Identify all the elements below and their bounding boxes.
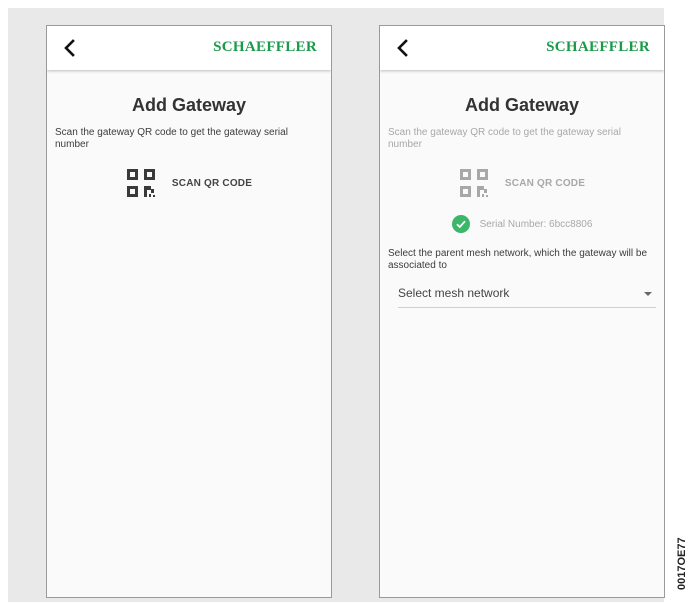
scan-qr-button[interactable]: SCAN QR CODE — [47, 168, 331, 198]
scan-qr-label: SCAN QR CODE — [504, 177, 586, 189]
dropdown-caret-icon — [644, 292, 652, 296]
scan-instruction: Scan the gateway QR code to get the gate… — [55, 127, 288, 150]
app-bar: SCHAEFFLER — [47, 26, 331, 70]
page-title: Add Gateway — [131, 95, 247, 115]
mesh-instruction: Select the parent mesh network, which th… — [388, 248, 648, 271]
qr-code-icon — [126, 169, 155, 197]
serial-number: Serial Number: 6bcc8806 — [479, 218, 593, 230]
qr-code-icon — [459, 169, 488, 197]
figure-frame: SCHAEFFLER Add Gateway Scan the gateway … — [8, 8, 665, 602]
mesh-network-placeholder: Select mesh network — [398, 286, 510, 300]
brand-logo: SCHAEFFLER — [213, 39, 317, 55]
back-arrow-icon — [397, 39, 408, 57]
brand-logo: SCHAEFFLER — [546, 39, 650, 55]
mesh-network-select[interactable]: Select mesh network — [398, 283, 656, 308]
screen-select-mesh: SCHAEFFLER Add Gateway Scan the gateway … — [379, 25, 665, 598]
back-arrow-icon — [64, 39, 75, 57]
page-title: Add Gateway — [464, 95, 580, 115]
scan-instruction: Scan the gateway QR code to get the gate… — [388, 127, 621, 150]
app-bar: SCHAEFFLER — [380, 26, 664, 70]
scan-qr-label: SCAN QR CODE — [171, 177, 253, 189]
serial-number-row: Serial Number: 6bcc8806 — [380, 215, 664, 233]
check-circle-icon — [451, 215, 470, 233]
back-button[interactable] — [57, 35, 83, 61]
back-button[interactable] — [390, 35, 416, 61]
scan-qr-button[interactable]: SCAN QR CODE — [380, 168, 664, 198]
screen-scan: SCHAEFFLER Add Gateway Scan the gateway … — [46, 25, 332, 598]
figure-code: 0017OE77 — [676, 537, 688, 590]
